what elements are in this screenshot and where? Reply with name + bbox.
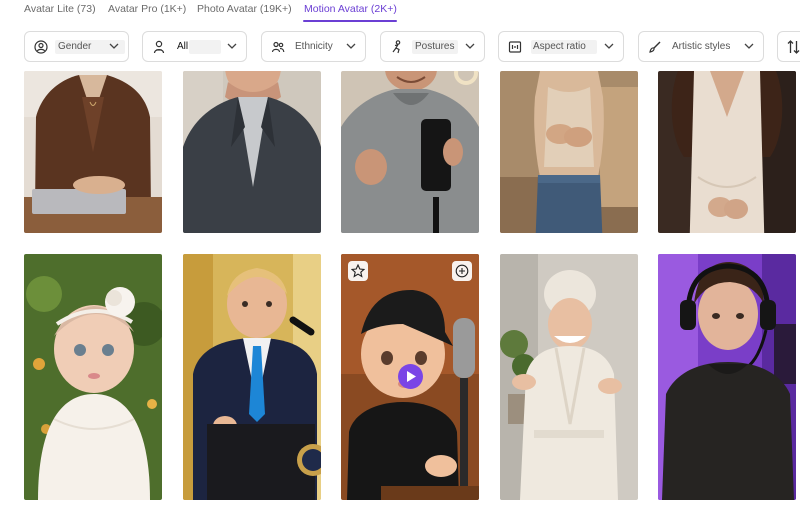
avatar-card[interactable] (341, 71, 479, 233)
tab-motion-avatar[interactable]: Motion Avatar (2K+) (304, 3, 397, 15)
avatar-card[interactable] (24, 71, 162, 233)
plus-circle-icon (455, 264, 469, 278)
tab-avatar-pro[interactable]: Avatar Pro (1K+) (108, 3, 186, 15)
avatar-card[interactable] (658, 71, 796, 233)
aspect-ratio-icon (508, 41, 522, 53)
artistic-styles-filter[interactable]: Artistic styles (638, 31, 764, 62)
artistic-styles-filter-label: Artistic styles (672, 41, 731, 52)
ethnicity-filter-label: Ethnicity (295, 41, 333, 52)
avatar-image-baby-girl-headband (24, 254, 162, 500)
favorite-button[interactable] (348, 261, 368, 281)
avatar-image-man-gray-suit (183, 71, 321, 233)
brush-icon (649, 41, 661, 53)
avatar-image-woman-bathrobe (500, 254, 638, 500)
chevron-down-icon (109, 43, 119, 49)
gender-filter-label: Gender (58, 41, 92, 52)
avatar-image-woman-brown-blazer (24, 71, 162, 233)
aspect-ratio-filter[interactable]: Aspect ratio (498, 31, 624, 62)
avatar-image-young-man-headphones (658, 254, 796, 500)
ethnicity-filter[interactable]: Ethnicity (261, 31, 366, 62)
baby-face-icon (153, 40, 165, 54)
avatar-card[interactable] (183, 71, 321, 233)
avatar-card[interactable] (24, 254, 162, 500)
avatar-card[interactable] (658, 254, 796, 500)
play-icon (407, 371, 416, 382)
chevron-down-icon (744, 43, 754, 49)
avatar-image-woman-cream-dress (658, 71, 796, 233)
user-circle-icon (34, 40, 48, 54)
postures-filter-label: Postures (415, 41, 455, 52)
active-tab-indicator (303, 20, 397, 22)
chevron-down-icon (227, 43, 237, 49)
avatar-image-toddler-podium (183, 254, 321, 500)
gender-filter[interactable]: Gender (24, 31, 129, 62)
avatar-image-man-hoodie-phone (341, 71, 479, 233)
avatar-tabs: Avatar Lite (73) Avatar Pro (1K+) Photo … (0, 0, 800, 24)
chevron-down-icon (346, 43, 356, 49)
add-avatar-button[interactable] (452, 261, 472, 281)
postures-filter[interactable]: Postures (380, 31, 485, 62)
avatar-card[interactable] (183, 254, 321, 500)
avatar-card-hovered[interactable] (341, 254, 479, 500)
avatar-card[interactable] (500, 71, 638, 233)
tab-photo-avatar[interactable]: Photo Avatar (19K+) (197, 3, 292, 15)
star-icon (351, 264, 365, 278)
aspect-ratio-filter-label: Aspect ratio (533, 41, 586, 52)
age-filter-value: All (177, 41, 189, 52)
play-button[interactable] (398, 364, 423, 389)
sort-button[interactable] (777, 31, 800, 62)
chevron-down-icon (465, 43, 475, 49)
avatar-card[interactable] (500, 254, 638, 500)
tab-avatar-lite[interactable]: Avatar Lite (73) (24, 3, 96, 15)
people-icon (271, 41, 285, 53)
age-filter[interactable]: All (142, 31, 247, 62)
avatar-image-woman-tank-top (500, 71, 638, 233)
sort-arrows-icon (787, 40, 800, 54)
posture-icon (392, 40, 401, 54)
chevron-down-icon (604, 43, 614, 49)
